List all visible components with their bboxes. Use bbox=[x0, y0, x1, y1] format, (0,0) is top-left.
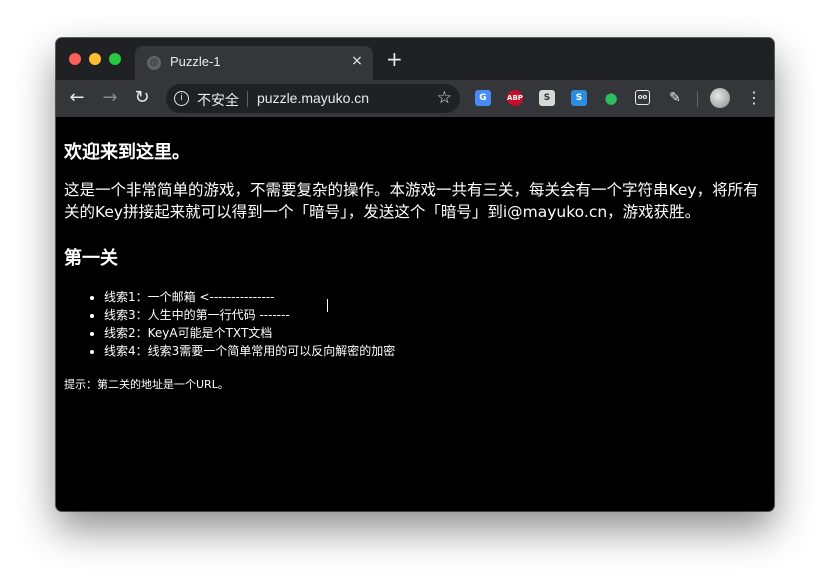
tab-bar: ◍ Puzzle-1 × + bbox=[56, 38, 774, 80]
level-heading: 第一关 bbox=[64, 248, 118, 269]
forward-button[interactable]: → bbox=[99, 87, 121, 109]
text-cursor bbox=[327, 299, 328, 312]
window-close-button[interactable] bbox=[69, 53, 81, 65]
adblock-plus-icon[interactable]: ABP bbox=[507, 90, 523, 106]
menu-icon[interactable]: ⋮ bbox=[746, 88, 762, 108]
translate-icon[interactable]: G bbox=[475, 90, 491, 106]
reload-button[interactable]: ↻ bbox=[131, 87, 153, 109]
tab-puzzle[interactable]: ◍ Puzzle-1 × bbox=[135, 46, 373, 80]
browser-window: ◍ Puzzle-1 × + ← → ↻ i 不安全 puzzle.mayuko… bbox=[56, 38, 774, 511]
evernote-icon[interactable]: ● bbox=[603, 90, 619, 106]
page-content: 欢迎来到这里。 这是一个非常简单的游戏，不需要复杂的操作。本游戏一共有三关，每关… bbox=[56, 117, 774, 511]
tab-close-icon[interactable]: × bbox=[349, 53, 365, 69]
bookmark-star-icon[interactable]: ☆ bbox=[437, 88, 452, 108]
welcome-heading: 欢迎来到这里。 bbox=[64, 142, 190, 163]
tab-title: Puzzle-1 bbox=[170, 54, 221, 69]
back-button[interactable]: ← bbox=[66, 87, 88, 109]
list-item: 线索1：一个邮箱 <--------------- bbox=[104, 288, 395, 306]
new-tab-button[interactable]: + bbox=[386, 49, 403, 69]
intro-paragraph: 这是一个非常简单的游戏，不需要复杂的操作。本游戏一共有三关，每关会有一个字符串K… bbox=[64, 181, 759, 221]
browser-toolbar: ← → ↻ i 不安全 puzzle.mayuko.cn ☆ G ABP S S… bbox=[56, 80, 774, 117]
globe-icon: ◍ bbox=[147, 56, 161, 70]
list-item: 线索2：KeyA可能是个TXT文档 bbox=[104, 324, 395, 342]
clue-list: 线索1：一个邮箱 <--------------- 线索3：人生中的第一行代码 … bbox=[104, 288, 395, 360]
window-maximize-button[interactable] bbox=[109, 53, 121, 65]
pen-extension-icon[interactable]: ✎ bbox=[667, 90, 683, 106]
toolbar-divider bbox=[697, 91, 698, 107]
address-bar[interactable]: i 不安全 puzzle.mayuko.cn ☆ bbox=[166, 84, 460, 113]
s-extension-icon[interactable]: S bbox=[539, 90, 555, 106]
window-minimize-button[interactable] bbox=[89, 53, 101, 65]
info-icon[interactable]: i bbox=[174, 91, 189, 106]
list-item: 线索4：线索3需要一个简单常用的可以反向解密的加密 bbox=[104, 342, 395, 360]
security-label[interactable]: 不安全 bbox=[197, 90, 239, 110]
eyes-extension-icon[interactable]: oo bbox=[635, 90, 650, 105]
omnibox-divider bbox=[247, 91, 248, 107]
avatar[interactable] bbox=[710, 88, 730, 108]
url-text[interactable]: puzzle.mayuko.cn bbox=[257, 90, 369, 106]
hint-text: 提示：第二关的地址是一个URL。 bbox=[64, 378, 229, 391]
list-item: 线索3：人生中的第一行代码 ------- bbox=[104, 306, 395, 324]
stylish-icon[interactable]: S bbox=[571, 90, 587, 106]
